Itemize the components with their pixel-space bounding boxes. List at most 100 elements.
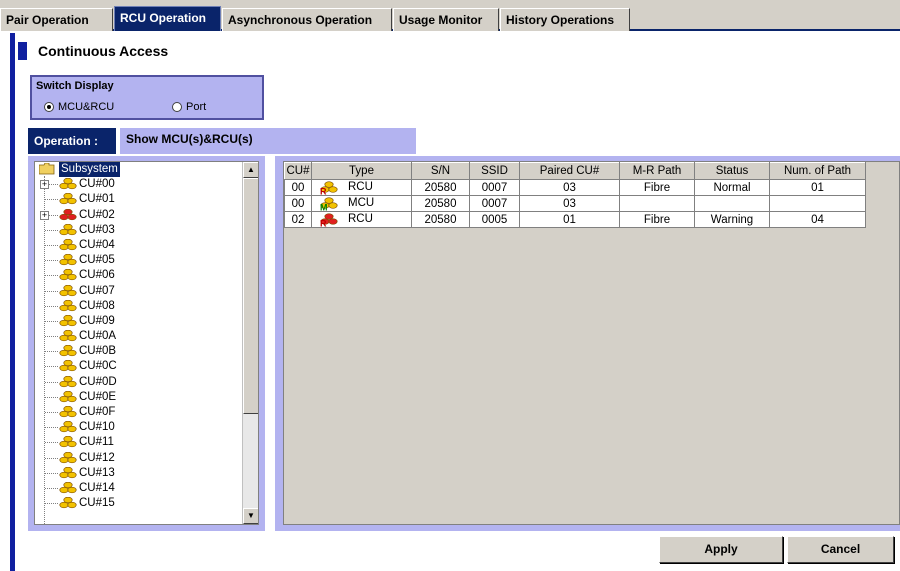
col-header-num-of-path[interactable]: Num. of Path <box>769 162 866 180</box>
radio-port-label: Port <box>186 101 207 113</box>
tree-guide-line <box>45 244 58 246</box>
tree-item[interactable]: CU#0B <box>35 344 243 359</box>
table-header-row: CU# Type S/N SSID Paired CU# M-R Path St… <box>284 162 866 180</box>
col-header-paired-cu[interactable]: Paired CU# <box>519 162 620 180</box>
tree-item[interactable]: CU#08 <box>35 299 243 314</box>
cu-icon <box>59 390 77 402</box>
cu-icon <box>59 178 77 190</box>
tree-item[interactable]: CU#12 <box>35 451 243 466</box>
tree-item[interactable]: CU#13 <box>35 466 243 481</box>
radio-port[interactable]: Port <box>172 101 206 113</box>
tab-rcu-operation[interactable]: RCU Operation <box>114 6 221 31</box>
cu-icon <box>59 375 77 387</box>
subsystem-tree[interactable]: Subsystem + CU#00 CU#01 + CU#02 CU#03 CU#04 CU#… <box>34 161 259 525</box>
radio-mcu-rcu[interactable]: MCU&RCU <box>44 101 114 113</box>
tree-item[interactable]: CU#0A <box>35 329 243 344</box>
scroll-down-arrow-icon[interactable]: ▼ <box>243 508 258 524</box>
cell-paired: 01 <box>519 211 620 228</box>
cell-path: Fibre <box>619 179 695 196</box>
tab-usage-monitor[interactable]: Usage Monitor <box>393 8 499 31</box>
cu-icon <box>59 193 77 205</box>
tree-item[interactable]: CU#03 <box>35 223 243 238</box>
cu-table: CU# Type S/N SSID Paired CU# M-R Path St… <box>284 162 866 228</box>
cell-status <box>694 195 770 212</box>
tree-item[interactable]: CU#14 <box>35 481 243 496</box>
tree-scrollbar[interactable]: ▲ ▼ <box>242 162 258 524</box>
col-header-status[interactable]: Status <box>694 162 770 180</box>
col-header-sn[interactable]: S/N <box>411 162 470 180</box>
col-header-mr-path[interactable]: M-R Path <box>619 162 695 180</box>
tree-item[interactable]: CU#09 <box>35 314 243 329</box>
tree-item[interactable]: CU#06 <box>35 268 243 283</box>
tree-item[interactable]: CU#07 <box>35 284 243 299</box>
expand-icon[interactable]: + <box>40 210 49 220</box>
tree-item-label: CU#08 <box>79 299 115 312</box>
col-header-ssid[interactable]: SSID <box>469 162 520 180</box>
tree-item[interactable]: CU#0C <box>35 359 243 374</box>
radio-mcu-rcu-label: MCU&RCU <box>58 101 115 113</box>
col-header-cu[interactable]: CU# <box>284 162 312 180</box>
cu-icon <box>59 497 77 509</box>
mcu-icon: M <box>320 197 338 211</box>
tree-item[interactable]: CU#0F <box>35 405 243 420</box>
cell-status: Warning <box>694 211 770 228</box>
cell-paired: 03 <box>519 179 620 196</box>
folder-icon <box>39 163 55 175</box>
tab-pair-operation[interactable]: Pair Operation <box>0 8 113 31</box>
tree-guide-line <box>45 199 58 201</box>
cell-cu: 00 <box>284 179 312 196</box>
tree-item[interactable]: CU#05 <box>35 253 243 268</box>
cu-icon <box>59 299 77 311</box>
cu-icon <box>59 345 77 357</box>
tree-item[interactable]: + CU#00 <box>35 177 243 192</box>
tree-guide-line <box>45 487 58 489</box>
svg-text:M: M <box>320 203 328 212</box>
apply-button[interactable]: Apply <box>659 536 783 563</box>
cell-num: 01 <box>769 179 866 196</box>
tree-item[interactable]: CU#11 <box>35 435 243 450</box>
cu-icon <box>59 254 77 266</box>
tree-guide-line <box>45 260 58 262</box>
table-row[interactable]: 00 M MCU 20580 0007 03 <box>284 195 866 212</box>
tree-item-label: CU#0C <box>79 360 117 373</box>
cell-type-label: RCU <box>348 181 373 193</box>
tab-asynchronous-operation[interactable]: Asynchronous Operation <box>222 8 392 31</box>
col-header-type[interactable]: Type <box>311 162 412 180</box>
tree-item[interactable]: CU#0D <box>35 375 243 390</box>
tree-item[interactable]: + CU#02 <box>35 208 243 223</box>
tree-guide-line <box>45 275 58 277</box>
tree-item[interactable]: CU#0E <box>35 390 243 405</box>
cell-ssid: 0005 <box>469 211 520 228</box>
scroll-thumb[interactable] <box>243 178 258 414</box>
cu-icon <box>59 406 77 418</box>
tree-item[interactable]: CU#01 <box>35 192 243 207</box>
tree-item-label: CU#0D <box>79 375 117 388</box>
tree-item[interactable]: CU#15 <box>35 496 243 511</box>
page-title: Continuous Access <box>38 43 169 59</box>
tree-item[interactable]: CU#04 <box>35 238 243 253</box>
tree-guide-line <box>45 442 58 444</box>
tree-item-label: CU#09 <box>79 314 115 327</box>
table-row[interactable]: 02 R RCU 20580 0005 01 Fibre Warning 04 <box>284 211 866 228</box>
tree-guide-line <box>45 427 58 429</box>
tree-item-label: CU#05 <box>79 254 115 267</box>
scroll-up-arrow-icon[interactable]: ▲ <box>243 162 258 178</box>
tree-item-label: CU#07 <box>79 284 115 297</box>
cell-type: R RCU <box>311 211 412 228</box>
tree-root[interactable]: Subsystem <box>35 162 243 177</box>
tab-history-operations[interactable]: History Operations <box>500 8 630 31</box>
tab-bar: Pair Operation RCU Operation Asynchronou… <box>0 0 900 31</box>
expand-icon[interactable]: + <box>40 180 49 190</box>
cu-icon <box>59 360 77 372</box>
operation-value: Show MCU(s)&RCU(s) <box>120 128 416 154</box>
table-row[interactable]: 00 R RCU 20580 0007 03 Fibre Normal 01 <box>284 179 866 196</box>
cu-icon <box>59 269 77 281</box>
cell-paired: 03 <box>519 195 620 212</box>
cu-icon <box>59 436 77 448</box>
cell-status: Normal <box>694 179 770 196</box>
tree-item[interactable]: CU#10 <box>35 420 243 435</box>
cancel-button[interactable]: Cancel <box>787 536 894 563</box>
tree-item-label: CU#10 <box>79 421 115 434</box>
title-marker <box>18 42 27 60</box>
cell-cu: 02 <box>284 211 312 228</box>
